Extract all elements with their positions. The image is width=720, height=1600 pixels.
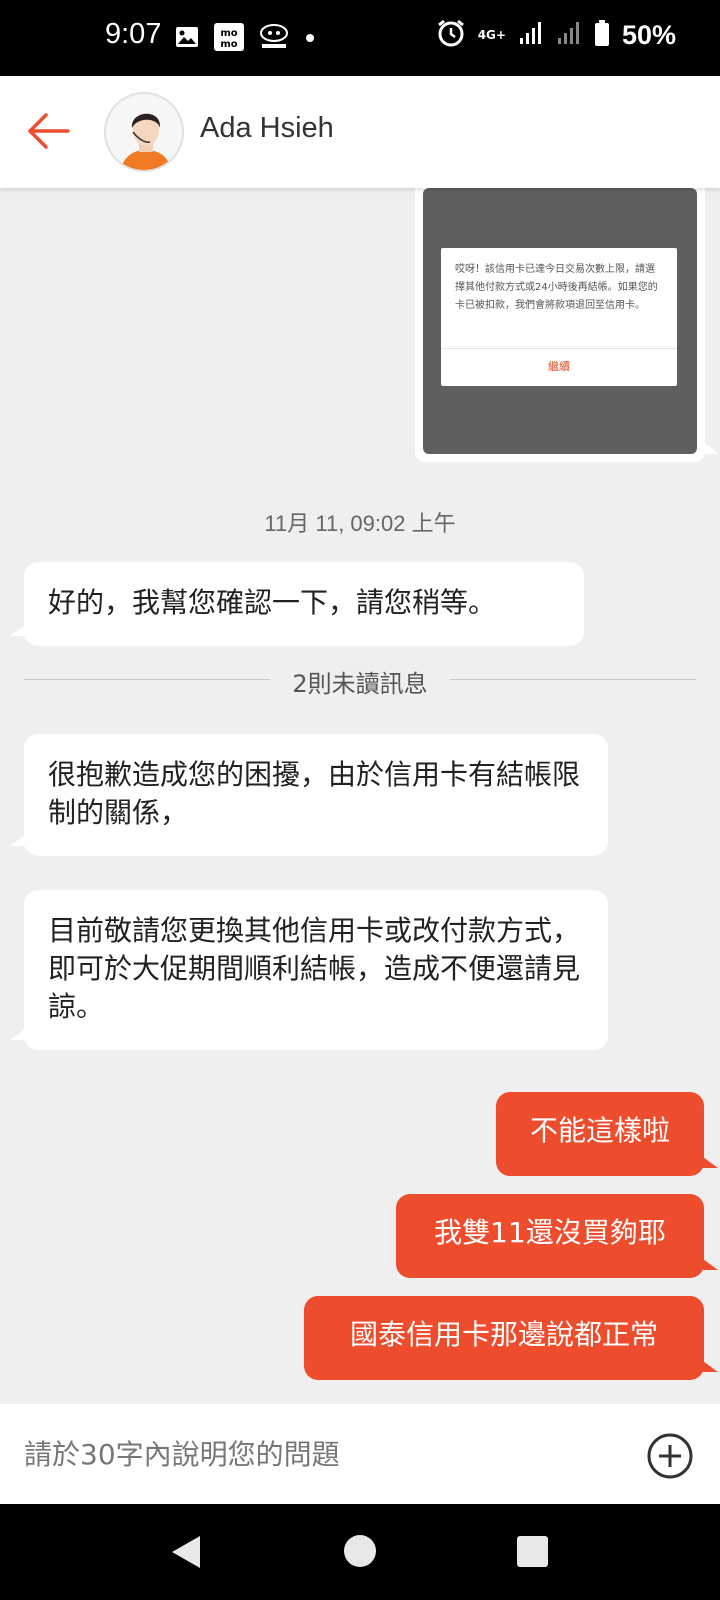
signal-icon (518, 20, 544, 50)
arrow-left-icon (28, 113, 70, 149)
contact-name: Ada Hsieh (200, 112, 334, 144)
add-attachment-button[interactable] (646, 1432, 694, 1480)
incoming-message[interactable]: 好的，我幫您確認一下，請您稍等。 (10, 562, 584, 646)
system-icons: 4G+ 50% (436, 18, 676, 52)
bubble-tail (699, 438, 719, 454)
signal-icon-sim2 (556, 20, 582, 50)
image-message[interactable]: 哎呀！該信用卡已達今日交易次數上限，請選擇其他付款方式或24小時後再結帳。如果您… (415, 188, 719, 462)
outgoing-message[interactable]: 不能這樣啦 (496, 1092, 718, 1176)
outgoing-message[interactable]: 我雙11還沒買夠耶 (396, 1194, 718, 1278)
network-type: 4G+ (477, 28, 506, 42)
battery-icon (594, 19, 610, 51)
chat-header: Ada Hsieh (0, 76, 720, 188)
screenshot-dialog-text: 哎呀！該信用卡已達今日交易次數上限，請選擇其他付款方式或24小時後再結帳。如果您… (455, 264, 658, 311)
notification-icons: mo mo (175, 22, 317, 56)
gomaji-app-icon (259, 23, 289, 55)
screenshot-dialog-button: 繼續 (548, 360, 570, 373)
avatar[interactable] (104, 92, 184, 172)
chat-area[interactable]: 哎呀！該信用卡已達今日交易次數上限，請選擇其他付款方式或24小時後再結帳。如果您… (0, 188, 720, 1404)
message-timestamp: 11月 11, 09:02 上午 (264, 511, 456, 536)
image-icon (175, 26, 199, 52)
svg-text:mo: mo (220, 28, 237, 39)
svg-text:mo: mo (220, 39, 237, 50)
plus-circle-icon (647, 1433, 693, 1479)
status-time: 9:07 (105, 18, 162, 50)
triangle-back-icon (172, 1536, 200, 1568)
unread-divider: 2則未讀訊息 (24, 664, 696, 698)
back-button[interactable] (24, 106, 74, 156)
dot-icon (303, 30, 317, 49)
battery-percent: 50% (621, 19, 676, 50)
nav-recents-button[interactable] (517, 1536, 548, 1567)
unread-label: 2則未讀訊息 (270, 670, 450, 698)
status-bar: 9:07 mo mo 4G+ 50% (0, 0, 720, 76)
screenshot-dialog: 哎呀！該信用卡已達今日交易次數上限，請選擇其他付款方式或24小時後再結帳。如果您… (441, 248, 677, 386)
incoming-message[interactable]: 目前敬請您更換其他信用卡或改付款方式，即可於大促期間順利結帳，造成不便還請見諒。 (10, 890, 608, 1050)
incoming-message[interactable]: 很抱歉造成您的困擾，由於信用卡有結帳限制的關係， (10, 734, 608, 856)
message-input[interactable] (24, 1428, 604, 1480)
nav-home-button[interactable] (344, 1535, 376, 1567)
message-input-bar (0, 1404, 720, 1504)
alarm-icon (436, 18, 466, 52)
momo-app-icon: mo mo (213, 22, 245, 56)
screenshot-image: 哎呀！該信用卡已達今日交易次數上限，請選擇其他付款方式或24小時後再結帳。如果您… (423, 188, 697, 454)
system-nav-bar (0, 1504, 720, 1600)
nav-back-button[interactable] (168, 1534, 208, 1570)
outgoing-message[interactable]: 國泰信用卡那邊說都正常 (304, 1296, 718, 1380)
